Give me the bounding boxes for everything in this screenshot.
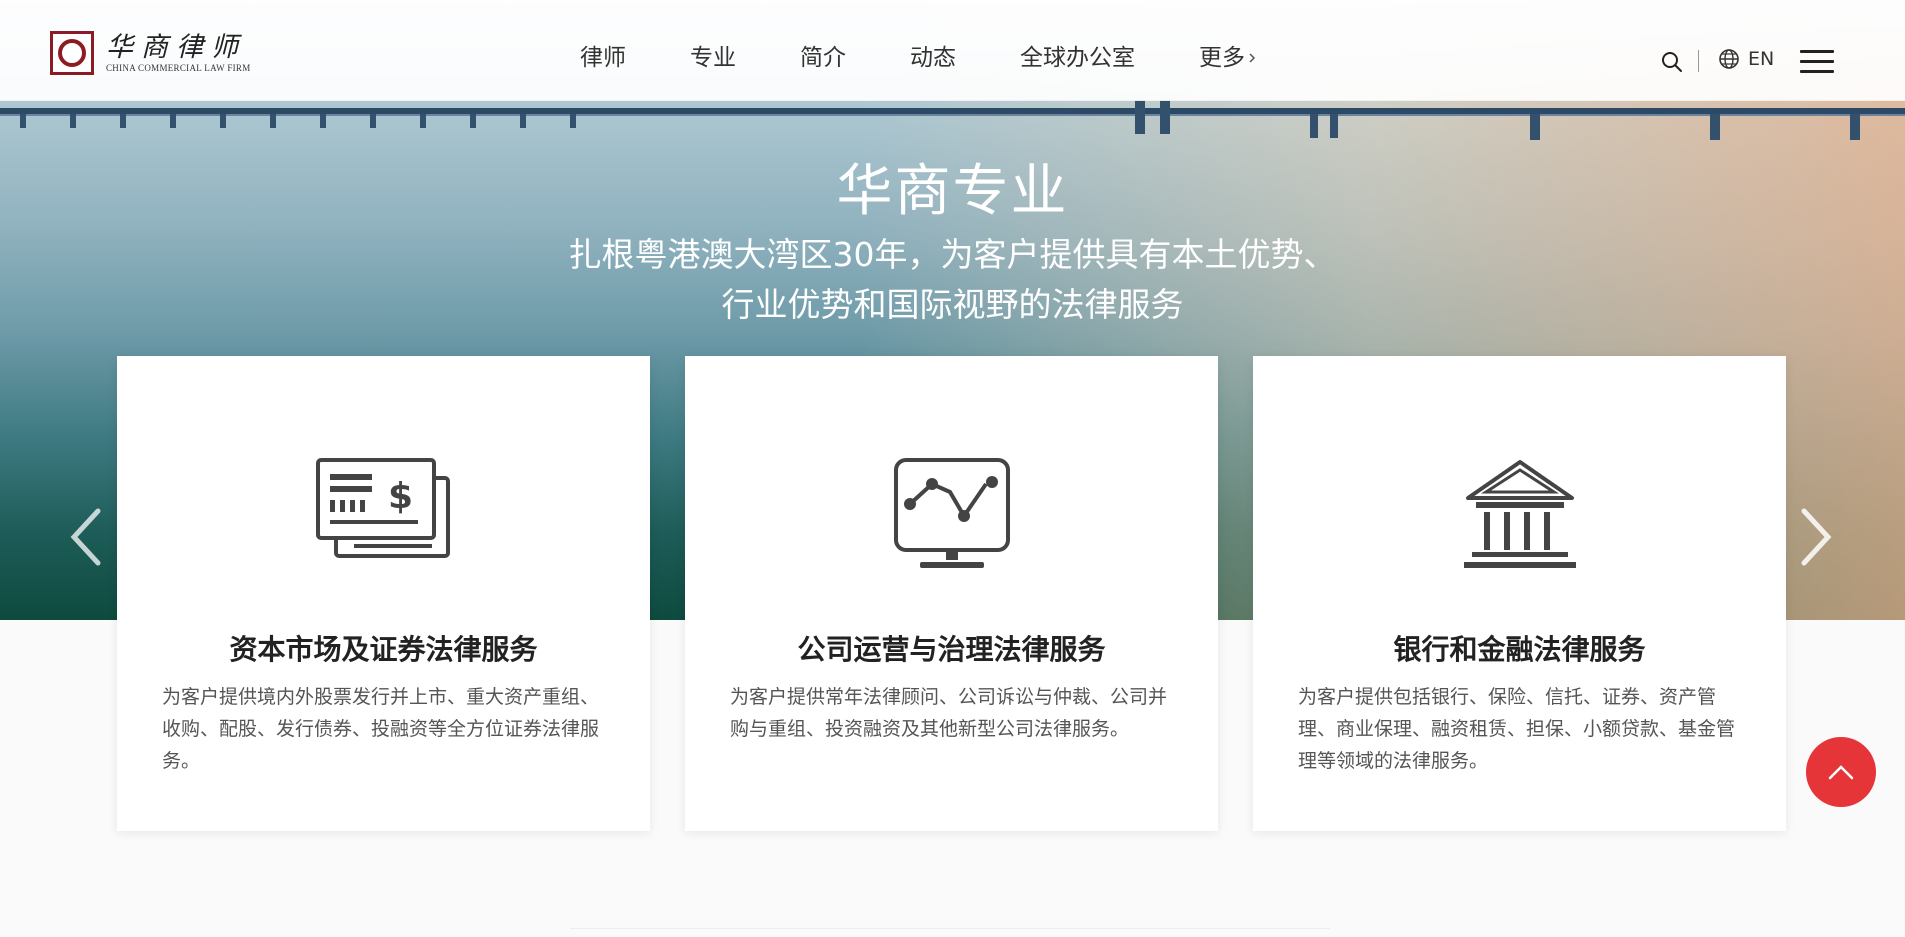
nav-item-practice[interactable]: 专业 (690, 44, 736, 72)
carousel-prev-icon[interactable] (66, 505, 106, 569)
nav-item-lawyers[interactable]: 律师 (580, 44, 626, 72)
globe-icon (1719, 49, 1739, 69)
menu-icon[interactable] (1800, 50, 1834, 74)
nav-item-offices[interactable]: 全球办公室 (1020, 44, 1135, 72)
brand-logo[interactable]: 华商律师 CHINA COMMERCIAL LAW FIRM (50, 28, 260, 78)
site-header: 华商律师 CHINA COMMERCIAL LAW FIRM 律师 专业 简介 … (0, 0, 1905, 101)
logo-text: 华商律师 CHINA COMMERCIAL LAW FIRM (106, 32, 251, 74)
icon-wrapper (685, 456, 1218, 576)
header-divider (1698, 50, 1699, 72)
icon-wrapper (1253, 456, 1786, 576)
icon-wrapper: $ (117, 456, 650, 576)
chart-monitor-icon (893, 458, 1010, 568)
chevron-right-icon (1249, 53, 1256, 63)
language-label: EN (1748, 48, 1775, 70)
service-card-corporate[interactable]: 公司运营与治理法律服务 为客户提供常年法律顾问、公司诉讼与仲裁、公司并购与重组、… (685, 356, 1218, 831)
svg-text:$: $ (388, 476, 413, 517)
hero-subtitle-line1: 扎根粤港澳大湾区30年，为客户提供具有本土优势、 (568, 235, 1337, 274)
main-nav: 律师 专业 简介 动态 全球办公室 更多 (580, 44, 1320, 72)
logo-english-name: CHINA COMMERCIAL LAW FIRM (106, 63, 251, 73)
card-title: 银行和金融法律服务 (1393, 633, 1646, 666)
card-description: 为客户提供境内外股票发行并上市、重大资产重组、收购、配股、发行债券、投融资等全方… (162, 686, 600, 772)
carousel-next-icon[interactable] (1796, 505, 1836, 569)
card-description: 为客户提供常年法律顾问、公司诉讼与仲裁、公司并购与重组、投资融资及其他新型公司法… (730, 686, 1168, 740)
card-title: 资本市场及证券法律服务 (229, 633, 538, 666)
logo-mark-icon (50, 31, 94, 75)
back-to-top-button[interactable] (1806, 737, 1876, 807)
language-switch[interactable]: EN (1718, 48, 1774, 70)
nav-item-more[interactable]: 更多 (1199, 44, 1256, 72)
nav-label: 更多 (1199, 45, 1245, 71)
card-description: 为客户提供包括银行、保险、信托、证券、资产管理、商业保理、融资租赁、担保、小额贷… (1298, 686, 1736, 772)
bridge-silhouette (0, 100, 1905, 140)
service-card-banking[interactable]: 银行和金融法律服务 为客户提供包括银行、保险、信托、证券、资产管理、商业保理、融… (1253, 356, 1786, 831)
nav-item-news[interactable]: 动态 (910, 44, 956, 72)
logo-chinese-name: 华商律师 (106, 32, 246, 63)
section-divider (570, 928, 1330, 929)
card-title: 公司运营与治理法律服务 (797, 633, 1106, 666)
hero-subtitle: 扎根粤港澳大湾区30年，为客户提供具有本土优势、 行业优势和国际视野的法律服务 (0, 230, 1905, 330)
bank-icon (1463, 460, 1576, 568)
nav-label: 动态 (910, 45, 956, 71)
hero-subtitle-line2: 行业优势和国际视野的法律服务 (721, 285, 1184, 324)
nav-item-about[interactable]: 简介 (800, 44, 846, 72)
chevron-up-icon (1828, 765, 1854, 780)
search-icon[interactable] (1660, 50, 1684, 74)
nav-label: 简介 (800, 45, 846, 71)
nav-label: 专业 (690, 45, 736, 71)
hero-title: 华商专业 (836, 159, 1069, 224)
nav-label: 全球办公室 (1020, 45, 1135, 71)
securities-icon: $ (315, 458, 450, 558)
nav-label: 律师 (580, 45, 626, 71)
service-card-capital-markets[interactable]: $ 资本市场及证券法律服务 为客户提供境内外股票发行并上市、重大资产重组、收购、… (117, 356, 650, 831)
